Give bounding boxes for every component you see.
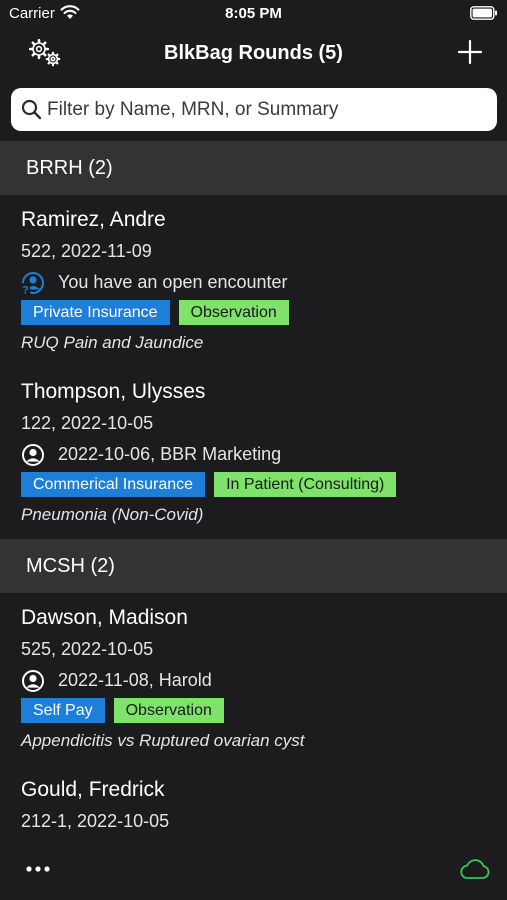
patient-row[interactable]: Dawson, Madison 525, 2022-10-05 2022-11-… bbox=[0, 593, 507, 765]
status-bar: Carrier 8:05 PM bbox=[0, 0, 507, 30]
patient-summary: Pneumonia (Non-Covid) bbox=[21, 505, 204, 524]
app-screen: Carrier 8:05 PM BlkBag Rounds (5) Filter… bbox=[0, 0, 507, 900]
tag-list: Self Pay Observation bbox=[21, 698, 233, 723]
status-time: 8:05 PM bbox=[225, 5, 282, 22]
patient-summary: Appendicitis vs Ruptured ovarian cyst bbox=[21, 731, 305, 750]
encounter-text: 2022-10-06, BBR Marketing bbox=[58, 444, 282, 464]
patient-name: Ramirez, Andre bbox=[21, 208, 166, 231]
status-badge: Observation bbox=[178, 300, 289, 325]
tag-list: Private Insurance Observation bbox=[21, 300, 298, 325]
patient-row[interactable]: Thompson, Ulysses 122, 2022-10-05 2022-1… bbox=[0, 367, 507, 539]
ellipsis-icon[interactable] bbox=[25, 862, 53, 876]
patient-mrn-date: 522, 2022-11-09 bbox=[21, 241, 152, 261]
search-icon bbox=[21, 99, 42, 120]
insurance-badge: Commerical Insurance bbox=[21, 472, 206, 497]
tag-list: Commerical Insurance In Patient (Consulti… bbox=[21, 472, 405, 497]
person-circle-icon bbox=[22, 444, 44, 466]
section-header-mcsh: MCSH (2) bbox=[0, 539, 507, 593]
person-question-icon: ? bbox=[21, 272, 44, 296]
navigation-bar: BlkBag Rounds (5) bbox=[0, 30, 507, 76]
encounter-text: You have an open encounter bbox=[58, 272, 288, 292]
person-circle-icon bbox=[22, 670, 44, 692]
patient-name: Dawson, Madison bbox=[21, 606, 188, 629]
patient-mrn-date: 212-1, 2022-10-05 bbox=[21, 811, 170, 831]
page-title: BlkBag Rounds (5) bbox=[164, 42, 343, 64]
patient-mrn-date: 525, 2022-10-05 bbox=[21, 639, 154, 659]
patient-list: BRRH (2) Ramirez, Andre 522, 2022-11-09 … bbox=[0, 141, 507, 885]
patient-name: Gould, Fredrick bbox=[21, 778, 165, 801]
status-badge: In Patient (Consulting) bbox=[214, 472, 397, 497]
bottom-toolbar bbox=[0, 840, 507, 900]
encounter-text: 2022-11-08, Harold bbox=[58, 670, 212, 690]
svg-text:?: ? bbox=[22, 285, 29, 296]
add-patient-plus-icon[interactable] bbox=[457, 39, 483, 65]
insurance-badge: Private Insurance bbox=[21, 300, 170, 325]
patient-summary: RUQ Pain and Jaundice bbox=[21, 333, 204, 352]
patient-name: Thompson, Ulysses bbox=[21, 380, 206, 403]
search-bar bbox=[11, 88, 497, 131]
patient-mrn-date: 122, 2022-10-05 bbox=[21, 413, 154, 433]
cloud-icon[interactable] bbox=[457, 857, 491, 881]
battery-icon bbox=[470, 6, 497, 20]
patient-row[interactable]: Ramirez, Andre 522, 2022-11-09 ? You hav… bbox=[0, 195, 507, 367]
section-header-brrh: BRRH (2) bbox=[0, 141, 507, 195]
status-badge: Observation bbox=[113, 698, 224, 723]
insurance-badge: Self Pay bbox=[21, 698, 105, 723]
search-input[interactable] bbox=[47, 88, 487, 131]
